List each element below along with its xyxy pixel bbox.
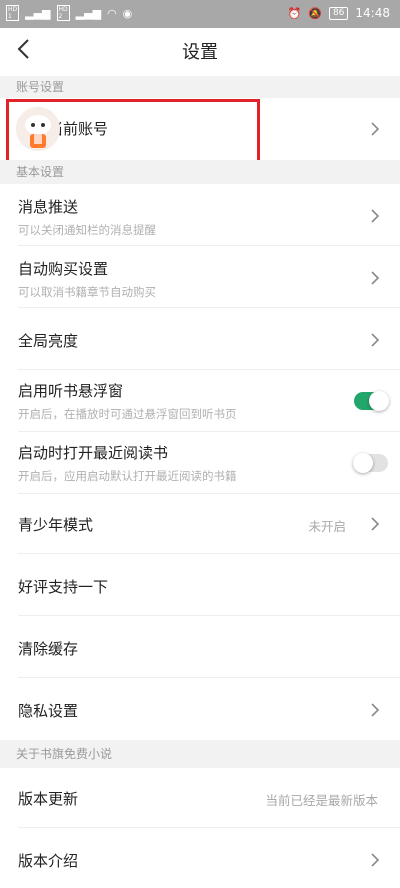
toggle-knob xyxy=(369,391,389,411)
teen-mode-status: 未开启 xyxy=(308,519,346,534)
open-recent-toggle[interactable] xyxy=(353,453,388,473)
mute-icon: 🔕 xyxy=(308,6,322,20)
chevron-right-icon xyxy=(371,333,380,347)
clear-cache-row[interactable]: 清除缓存 xyxy=(0,616,400,678)
battery-indicator: 86 xyxy=(328,6,349,20)
chevron-right-icon xyxy=(371,122,380,136)
hd-badge-1: HD 1 xyxy=(6,5,20,21)
chevron-right-icon xyxy=(371,517,380,531)
version-status: 当前已经是最新版本 xyxy=(265,793,378,808)
version-intro-row[interactable]: 版本介绍 xyxy=(0,828,400,888)
highlight-box xyxy=(6,99,260,165)
teen-mode-row[interactable]: 青少年模式 未开启 xyxy=(0,494,400,554)
version-update-label: 版本更新 xyxy=(18,790,79,808)
teen-mode-label: 青少年模式 xyxy=(18,516,94,534)
open-recent-row: 启动时打开最近阅读书 开启后，应用启动默认打开最近阅读的书籍 xyxy=(0,432,400,494)
brightness-label: 全局亮度 xyxy=(18,332,79,350)
alarm-icon: ⏰ xyxy=(287,6,302,20)
hd-badge-2: HD 2 xyxy=(56,5,70,21)
privacy-row[interactable]: 隐私设置 xyxy=(0,678,400,740)
signal-icon: ▂▄▆ xyxy=(25,6,51,20)
float-window-row: 启用听书悬浮窗 开启后，在播放时可通过悬浮窗回到听书页 xyxy=(0,370,400,432)
rate-row[interactable]: 好评支持一下 xyxy=(0,554,400,616)
float-window-sub: 开启后，在播放时可通过悬浮窗回到听书页 xyxy=(18,407,237,421)
push-notification-row[interactable]: 消息推送 可以关闭通知栏的消息提醒 xyxy=(0,184,400,246)
signal-icon-2: ▂▄▆ xyxy=(75,6,102,20)
version-intro-label: 版本介绍 xyxy=(18,852,79,870)
chevron-right-icon xyxy=(371,853,380,867)
section-header-account: 账号设置 xyxy=(0,76,400,98)
chevron-right-icon xyxy=(371,209,380,223)
open-recent-label: 启动时打开最近阅读书 xyxy=(18,444,169,462)
page-title: 设置 xyxy=(182,42,218,63)
rate-label: 好评支持一下 xyxy=(18,578,109,596)
section-header-about: 关于书旗免费小说 xyxy=(0,740,400,768)
clear-cache-label: 清除缓存 xyxy=(18,640,79,658)
version-update-row[interactable]: 版本更新 当前已经是最新版本 xyxy=(0,768,400,828)
float-window-toggle[interactable] xyxy=(354,391,389,411)
clock: 14:48 xyxy=(355,6,390,20)
push-label: 消息推送 xyxy=(18,198,79,216)
top-nav-bar: 设置 xyxy=(0,28,400,72)
section-header-basic: 基本设置 xyxy=(0,160,400,184)
toggle-knob xyxy=(353,453,373,473)
float-window-label: 启用听书悬浮窗 xyxy=(18,382,124,400)
chevron-right-icon xyxy=(371,703,380,717)
auto-buy-row[interactable]: 自动购买设置 可以取消书籍章节自动购买 xyxy=(0,246,400,308)
wifi-icon: ◠ xyxy=(107,6,117,20)
wechat-icon: ◉ xyxy=(122,6,133,20)
auto-buy-label: 自动购买设置 xyxy=(18,260,109,278)
privacy-label: 隐私设置 xyxy=(18,702,79,720)
chevron-right-icon xyxy=(371,271,380,285)
status-bar: HD 1 ▂▄▆ HD 2 ▂▄▆ ◠ ◉ ⏰ 🔕 86 14:48 xyxy=(0,0,400,28)
push-sub: 可以关闭通知栏的消息提醒 xyxy=(18,223,156,237)
auto-buy-sub: 可以取消书籍章节自动购买 xyxy=(18,285,156,299)
brightness-row[interactable]: 全局亮度 xyxy=(0,308,400,370)
open-recent-sub: 开启后，应用启动默认打开最近阅读的书籍 xyxy=(18,469,237,483)
